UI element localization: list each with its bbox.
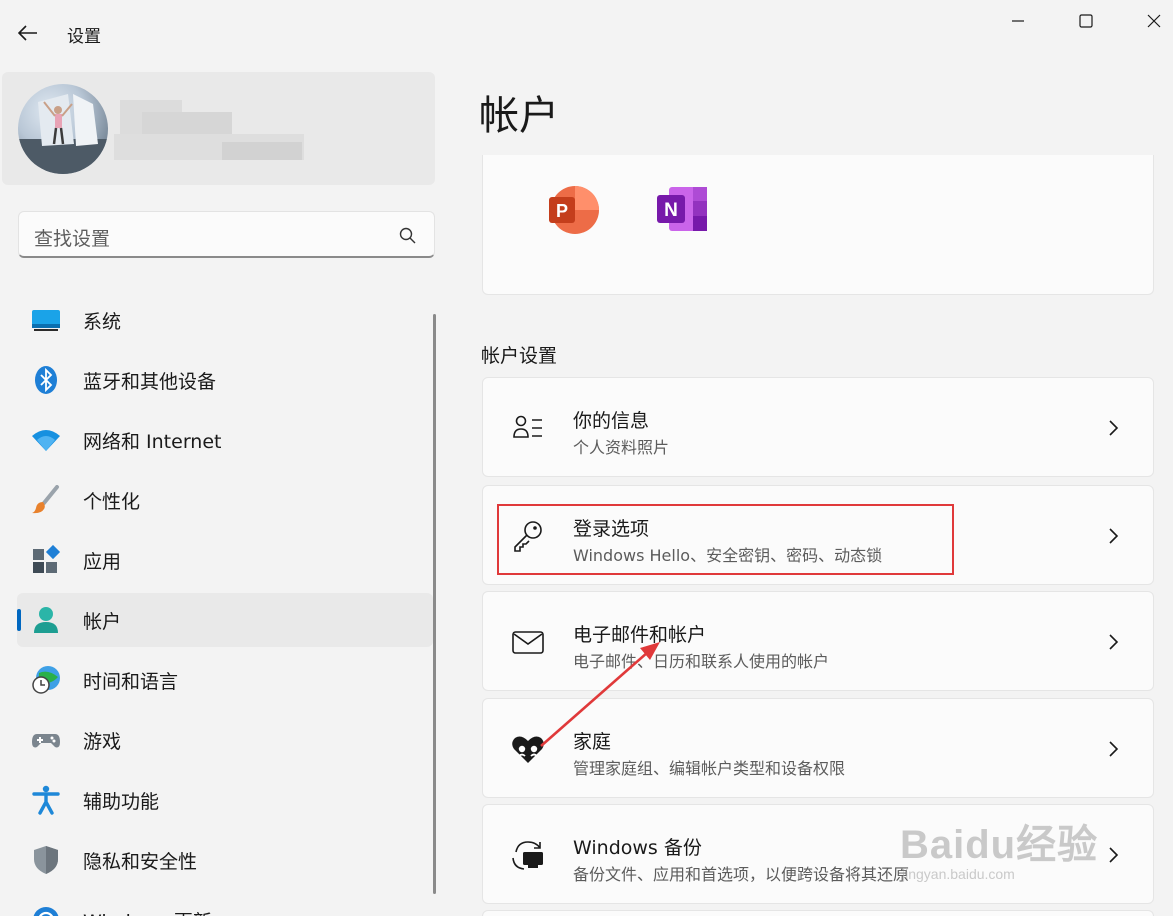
setting-title: 电子邮件和帐户 bbox=[573, 624, 707, 646]
powerpoint-icon[interactable]: P bbox=[547, 185, 599, 235]
sidebar-item-label: 蓝牙和其他设备 bbox=[83, 371, 217, 393]
svg-text:P: P bbox=[556, 201, 568, 221]
setting-your-info[interactable]: 你的信息 个人资料照片 bbox=[482, 377, 1154, 477]
setting-subtitle: 个人资料照片 bbox=[573, 438, 670, 457]
sidebar-item-label: 帐户 bbox=[83, 611, 122, 633]
section-title: 帐户设置 bbox=[481, 345, 558, 367]
shield-icon bbox=[34, 846, 58, 874]
setting-family[interactable]: 家庭 管理家庭组、编辑帐户类型和设备权限 bbox=[482, 698, 1154, 798]
search-box[interactable]: 查找设置 bbox=[18, 211, 435, 258]
sidebar-item-privacy[interactable]: 隐私和安全性 bbox=[17, 833, 433, 887]
title-bar: 设置 bbox=[0, 0, 1173, 64]
minimize-icon bbox=[1012, 20, 1024, 22]
app-title: 设置 bbox=[67, 27, 101, 47]
sidebar-item-label: 游戏 bbox=[83, 731, 122, 753]
chevron-right-icon bbox=[1109, 634, 1119, 650]
time-language-icon bbox=[32, 666, 60, 694]
blurred-name-part bbox=[142, 112, 232, 136]
maximize-button[interactable] bbox=[1066, 6, 1106, 36]
sidebar-item-apps[interactable]: 应用 bbox=[17, 533, 433, 587]
sidebar-item-label: 隐私和安全性 bbox=[83, 851, 198, 873]
blurred-email-part bbox=[222, 142, 302, 160]
sidebar-item-network[interactable]: 网络和 Internet bbox=[17, 413, 433, 467]
setting-title: Windows 备份 bbox=[573, 837, 702, 859]
account-icon bbox=[34, 607, 58, 633]
chevron-right-icon bbox=[1109, 420, 1119, 436]
backup-icon bbox=[512, 841, 543, 870]
sidebar-item-label: 系统 bbox=[83, 311, 122, 333]
back-arrow-icon bbox=[18, 25, 37, 41]
sidebar-item-accounts[interactable]: 帐户 bbox=[17, 593, 433, 647]
maximize-icon bbox=[1079, 14, 1093, 28]
sidebar-item-label: 时间和语言 bbox=[83, 671, 179, 693]
chevron-right-icon bbox=[1109, 741, 1119, 757]
annotation-highlight-box bbox=[497, 504, 954, 575]
mail-icon bbox=[512, 631, 544, 654]
update-icon bbox=[33, 907, 59, 916]
setting-email-accounts[interactable]: 电子邮件和帐户 电子邮件、日历和联系人使用的帐户 bbox=[482, 591, 1154, 691]
search-icon[interactable] bbox=[398, 226, 418, 246]
brush-icon bbox=[32, 485, 59, 514]
watermark-brand: Baidu经验 bbox=[900, 823, 1099, 867]
sidebar-item-label: 应用 bbox=[83, 551, 122, 573]
back-button[interactable] bbox=[12, 18, 44, 48]
bluetooth-icon bbox=[35, 366, 57, 394]
active-indicator bbox=[17, 609, 21, 631]
chevron-right-icon bbox=[1109, 847, 1119, 863]
wifi-icon bbox=[32, 430, 60, 451]
person-info-icon bbox=[513, 415, 542, 438]
sidebar-item-windows-update[interactable]: Windows 更新 bbox=[17, 893, 433, 916]
gamepad-icon bbox=[32, 734, 60, 748]
setting-title: 家庭 bbox=[573, 731, 612, 753]
setting-subtitle: 电子邮件、日历和联系人使用的帐户 bbox=[573, 652, 830, 671]
setting-subtitle: 管理家庭组、编辑帐户类型和设备权限 bbox=[573, 759, 846, 778]
apps-icon bbox=[33, 545, 61, 573]
sidebar-item-label: 网络和 Internet bbox=[83, 431, 222, 453]
accessibility-icon bbox=[32, 785, 60, 815]
svg-text:N: N bbox=[664, 200, 678, 221]
sidebar-item-time-language[interactable]: 时间和语言 bbox=[17, 653, 433, 707]
setting-subtitle: 备份文件、应用和首选项，以便跨设备将其还原 bbox=[573, 865, 910, 884]
avatar bbox=[18, 84, 108, 174]
chevron-right-icon bbox=[1109, 528, 1119, 544]
minimize-button[interactable] bbox=[998, 6, 1038, 36]
sidebar-item-label: 辅助功能 bbox=[83, 791, 160, 813]
sidebar-item-personalization[interactable]: 个性化 bbox=[17, 473, 433, 527]
page-title: 帐户 bbox=[479, 93, 559, 139]
close-icon bbox=[1147, 14, 1161, 28]
sidebar-item-system[interactable]: 系统 bbox=[17, 293, 433, 347]
sidebar-item-label: 个性化 bbox=[83, 491, 141, 513]
sidebar-item-label: Windows 更新 bbox=[83, 907, 212, 916]
setting-partial-card[interactable] bbox=[482, 910, 1154, 916]
watermark: Baidu经验 jingyan.baidu.com bbox=[900, 812, 1098, 882]
close-button[interactable] bbox=[1134, 6, 1173, 36]
onenote-icon[interactable]: N bbox=[655, 185, 709, 233]
profile-card[interactable] bbox=[2, 72, 435, 185]
search-input[interactable]: 查找设置 bbox=[34, 224, 110, 251]
family-heart-icon bbox=[512, 736, 544, 763]
system-icon bbox=[32, 310, 60, 331]
sidebar-item-bluetooth[interactable]: 蓝牙和其他设备 bbox=[17, 353, 433, 407]
setting-title: 你的信息 bbox=[573, 410, 650, 432]
sidebar-scrollbar[interactable] bbox=[433, 314, 436, 894]
sidebar-item-gaming[interactable]: 游戏 bbox=[17, 713, 433, 767]
microsoft-apps-card: P N bbox=[482, 155, 1154, 295]
sidebar-item-accessibility[interactable]: 辅助功能 bbox=[17, 773, 433, 827]
